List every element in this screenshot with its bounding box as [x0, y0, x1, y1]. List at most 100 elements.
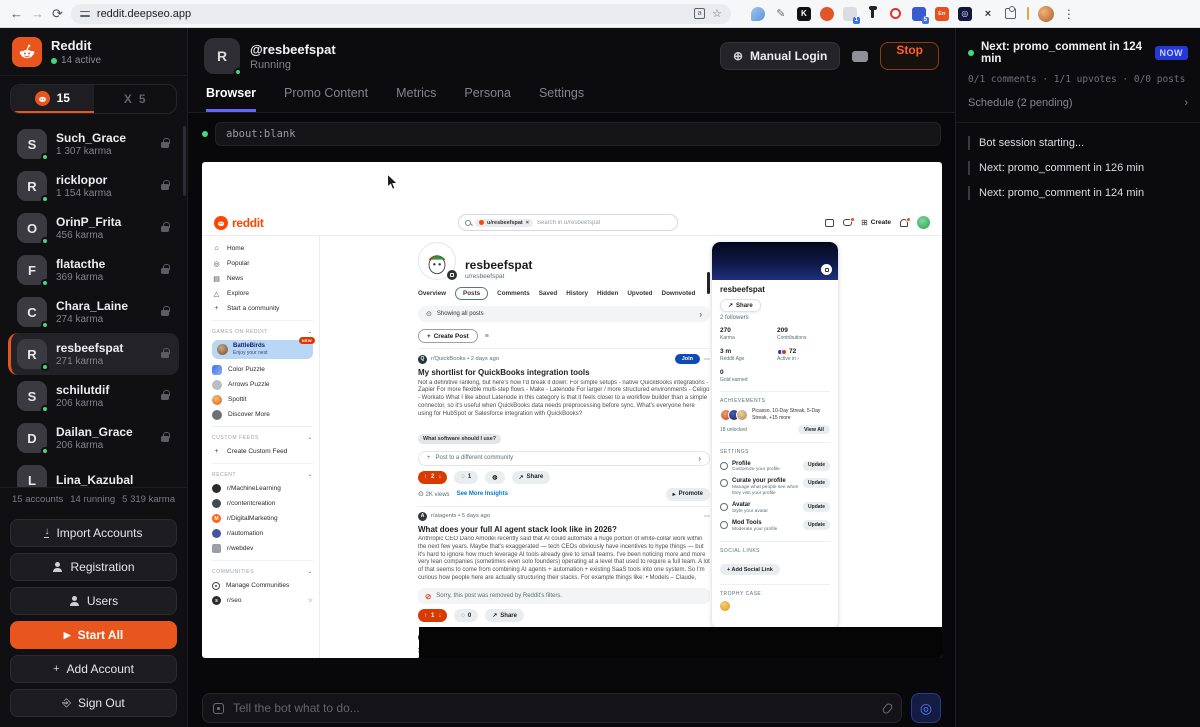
- tab-reddit[interactable]: 15: [11, 85, 94, 113]
- comments-button[interactable]: ◌0: [454, 609, 478, 622]
- create-post-button[interactable]: ⊞Create: [861, 218, 891, 227]
- account-row-selected[interactable]: R resbeefspat271 karma: [8, 333, 179, 375]
- games-section-header[interactable]: GAMES ON REDDIT⌄: [212, 325, 313, 338]
- profile-avatar[interactable]: [1038, 6, 1054, 22]
- tab-history[interactable]: History: [566, 290, 588, 297]
- award-button[interactable]: ◍: [485, 471, 504, 484]
- nav-news[interactable]: ▤News: [212, 271, 313, 286]
- attachment-paperclip-icon[interactable]: [881, 702, 893, 715]
- promote-button[interactable]: ▸Promote: [666, 488, 710, 501]
- crosspost-bar[interactable]: +Post to a different community›: [418, 451, 710, 466]
- ext-pin-icon[interactable]: [866, 7, 880, 21]
- recent-subreddit[interactable]: r/webdev: [212, 541, 313, 556]
- recent-subreddit[interactable]: Mr/DigitalMarketing: [212, 511, 313, 526]
- post-title[interactable]: What does your full AI agent stack look …: [418, 525, 710, 534]
- ext-quill-icon[interactable]: ✎: [774, 7, 788, 21]
- join-button[interactable]: Join: [675, 354, 700, 364]
- create-post-pill[interactable]: +Create Post: [418, 329, 478, 343]
- manage-communities[interactable]: Manage Communities: [212, 578, 313, 593]
- ext-red-circle-icon[interactable]: [820, 7, 834, 21]
- users-button[interactable]: Users: [10, 587, 177, 615]
- recent-subreddit[interactable]: r/contentcreation: [212, 496, 313, 511]
- stat-active-in[interactable]: 72Active in ›: [777, 348, 830, 362]
- page-scrollbar-thumb[interactable]: [707, 272, 710, 294]
- address-bar[interactable]: reddit.deepseo.app a ☆: [71, 4, 731, 24]
- game-spottit[interactable]: Spottit: [212, 392, 313, 407]
- ext-gray-icon[interactable]: 1: [843, 7, 857, 21]
- update-button[interactable]: Update: [803, 478, 830, 487]
- vote-pill[interactable]: ↑1↓: [418, 609, 447, 622]
- post-title[interactable]: My shortlist for QuickBooks integration …: [418, 368, 710, 377]
- favorite-star-icon[interactable]: ☆: [308, 597, 313, 604]
- post-menu-icon[interactable]: ⋯: [704, 513, 710, 520]
- tab-metrics[interactable]: Metrics: [396, 86, 436, 112]
- tab-x[interactable]: X 5: [94, 85, 177, 113]
- ext-blue-icon[interactable]: 5: [912, 7, 926, 21]
- registration-button[interactable]: Registration: [10, 553, 177, 581]
- extensions-puzzle-icon[interactable]: [1004, 7, 1018, 21]
- account-row[interactable]: C Chara_Laine274 karma: [8, 291, 179, 333]
- bot-command-input[interactable]: [233, 701, 875, 715]
- ext-opera-icon[interactable]: [889, 7, 903, 21]
- tab-downvoted[interactable]: Downvoted: [662, 290, 696, 297]
- reddit-user-avatar[interactable]: [917, 216, 930, 229]
- create-custom-feed[interactable]: +Create Custom Feed: [212, 444, 313, 459]
- forward-icon[interactable]: →: [31, 7, 44, 20]
- game-color-puzzle[interactable]: Color Puzzle: [212, 362, 313, 377]
- tab-settings[interactable]: Settings: [539, 86, 584, 112]
- tab-overview[interactable]: Overview: [418, 290, 446, 297]
- tab-browser[interactable]: Browser: [206, 86, 256, 112]
- post-meta[interactable]: r/aiagents • 5 days ago: [431, 513, 490, 519]
- account-row[interactable]: O OrinP_Frita456 karma: [8, 207, 179, 249]
- send-button[interactable]: ◎: [911, 693, 941, 723]
- see-more-insights-link[interactable]: See More Insights: [457, 491, 508, 497]
- nav-start-community[interactable]: +Start a community: [212, 301, 313, 316]
- share-button[interactable]: ↗Share: [512, 471, 551, 484]
- account-list[interactable]: S Such_Grace1 307 karma R ricklopor1 154…: [0, 118, 187, 487]
- translate-icon[interactable]: a: [694, 8, 705, 19]
- embedded-url-bar[interactable]: about:blank: [215, 122, 941, 146]
- manual-login-button[interactable]: ⊕Manual Login: [720, 42, 840, 70]
- add-account-button[interactable]: +Add Account: [10, 655, 177, 683]
- update-button[interactable]: Update: [803, 502, 830, 511]
- scrollbar-thumb[interactable]: [183, 126, 186, 196]
- chip-close-icon[interactable]: ×: [526, 220, 529, 226]
- share-button[interactable]: ↗Share: [485, 609, 524, 622]
- ext-err-icon[interactable]: Err: [935, 7, 949, 21]
- community-seo[interactable]: sr/seo☆: [212, 593, 313, 608]
- tab-promo-content[interactable]: Promo Content: [284, 86, 368, 112]
- reddit-search-bar[interactable]: u/resbeefspat× Search in u/resbeefspat: [458, 214, 678, 231]
- notifications-bell-icon[interactable]: [900, 219, 908, 227]
- nav-popular[interactable]: ◎Popular: [212, 256, 313, 271]
- import-accounts-button[interactable]: ↓Import Accounts: [10, 519, 177, 547]
- game-arrows-puzzle[interactable]: Arrows Puzzle: [212, 377, 313, 392]
- card-share-button[interactable]: ↗Share: [720, 299, 761, 312]
- post-menu-icon[interactable]: ⋯: [704, 356, 710, 363]
- browser-menu-icon[interactable]: ⋮: [1063, 7, 1075, 21]
- advertise-icon[interactable]: [825, 219, 834, 227]
- communities-header[interactable]: COMMUNITIES⌄: [212, 565, 313, 578]
- bot-command-input-wrap[interactable]: [202, 693, 902, 723]
- start-all-button[interactable]: ▶Start All: [10, 621, 177, 649]
- ext-atom-icon[interactable]: ◎: [958, 7, 972, 21]
- tab-upvoted[interactable]: Upvoted: [627, 290, 652, 297]
- tab-saved[interactable]: Saved: [539, 290, 558, 297]
- account-row[interactable]: R ricklopor1 154 karma: [8, 165, 179, 207]
- edit-banner-camera-icon[interactable]: [821, 264, 832, 275]
- reddit-site-logo[interactable]: reddit: [214, 216, 264, 230]
- sort-icon[interactable]: ≡: [485, 333, 489, 340]
- reload-icon[interactable]: ⟳: [52, 7, 63, 20]
- add-social-link-button[interactable]: + Add Social Link: [720, 564, 780, 575]
- account-row[interactable]: F flatacthe369 karma: [8, 249, 179, 291]
- search-scope-chip[interactable]: u/resbeefspat×: [475, 219, 533, 227]
- back-icon[interactable]: ←: [10, 7, 23, 20]
- post-meta[interactable]: r/QuickBooks • 2 days ago: [431, 356, 499, 362]
- schedule-toggle[interactable]: Schedule (2 pending) ›: [968, 97, 1188, 122]
- update-button[interactable]: Update: [803, 520, 830, 529]
- reddit-chat-icon[interactable]: [843, 219, 852, 226]
- custom-feeds-header[interactable]: CUSTOM FEEDS⌄: [212, 431, 313, 444]
- url-text[interactable]: reddit.deepseo.app: [97, 8, 687, 20]
- ext-k-icon[interactable]: K: [797, 7, 811, 21]
- stop-button[interactable]: Stop: [880, 42, 939, 70]
- view-all-button[interactable]: View All: [798, 425, 830, 434]
